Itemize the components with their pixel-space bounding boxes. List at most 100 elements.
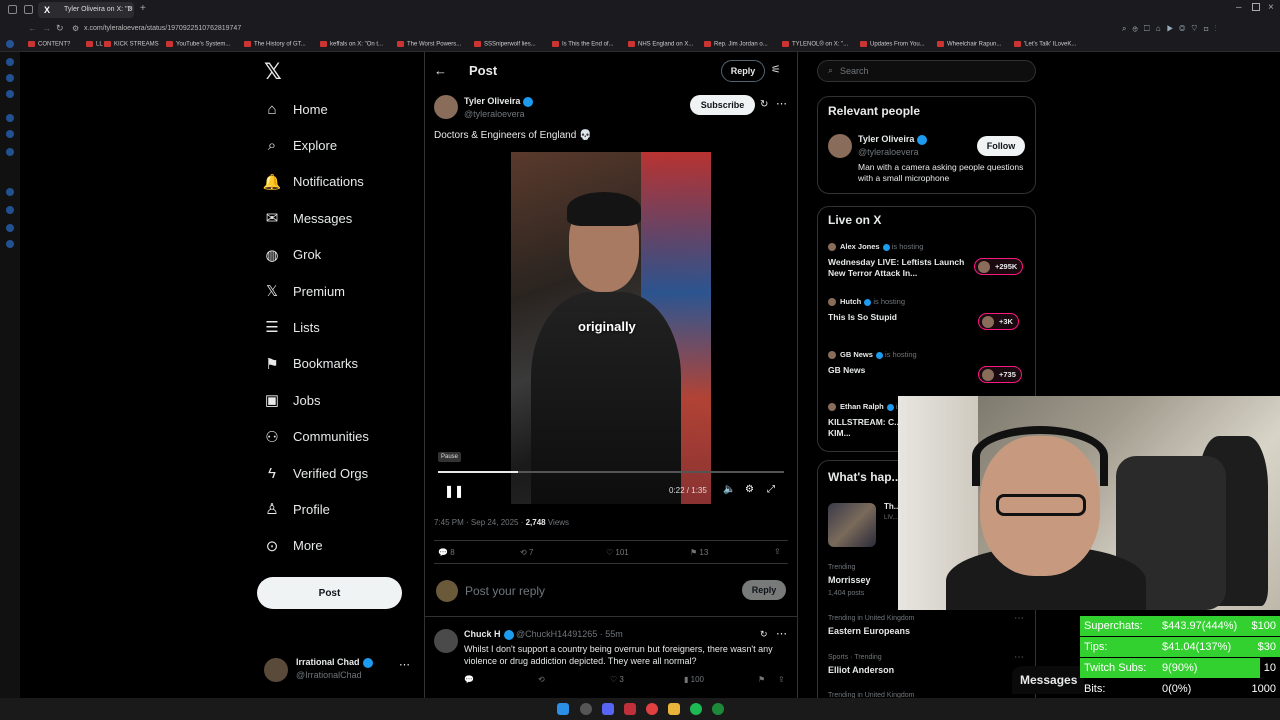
relevant-name[interactable]: Tyler Oliveira [858, 134, 914, 144]
window-maximize-icon[interactable] [1252, 3, 1260, 11]
repost-action[interactable]: ⟲ [538, 675, 545, 684]
bookmark-icon[interactable]: ⚑ [758, 675, 765, 684]
tab-nav-icon[interactable] [24, 5, 33, 14]
live-host-avatar[interactable] [828, 243, 836, 251]
nav-item-bookmarks[interactable]: ⚑ Bookmarks [262, 350, 358, 378]
back-arrow-icon[interactable]: ← [434, 63, 447, 78]
spotify-icon[interactable] [690, 703, 702, 715]
nav-item-premium[interactable]: 𝕏 Premium [262, 277, 345, 305]
discord-icon[interactable] [602, 703, 614, 715]
bookmark-item[interactable]: TYLENOL® on X: "... [782, 41, 848, 48]
live-title-text[interactable]: This Is So Stupid [828, 312, 968, 323]
sidebar-app-icon[interactable] [6, 224, 14, 232]
forward-icon[interactable]: → [42, 23, 51, 33]
live-host-name[interactable]: Hutch [840, 297, 861, 306]
like-action[interactable]: ♡ 3 [610, 675, 624, 684]
nav-item-communities[interactable]: ⚇ Communities [262, 423, 369, 451]
more-icon[interactable]: ⋯ [776, 627, 787, 640]
browser-icon[interactable] [646, 703, 658, 715]
app-icon[interactable] [624, 703, 636, 715]
site-info-icon[interactable]: ⚙ [72, 24, 79, 33]
more-icon[interactable]: ⋯ [1014, 613, 1024, 624]
folder-icon[interactable] [668, 703, 680, 715]
nav-item-verified-orgs[interactable]: ϟ Verified Orgs [262, 459, 368, 487]
tab-nav-icon[interactable] [8, 5, 17, 14]
windows-start-icon[interactable] [557, 703, 569, 715]
settings-icon[interactable]: ⚙ [745, 484, 754, 495]
nav-item-home[interactable]: ⌂ Home [262, 95, 327, 123]
sidebar-app-icon[interactable] [6, 240, 14, 248]
sidebar-app-icon[interactable] [6, 114, 14, 122]
reply-action[interactable]: 💬 8 [438, 548, 455, 557]
more-icon[interactable]: ⋯ [399, 658, 410, 671]
reply-author-name[interactable]: Chuck H [464, 629, 501, 639]
author-handle[interactable]: @tyleraloevera [464, 109, 525, 119]
reload-icon[interactable]: ↻ [56, 23, 64, 34]
views-action[interactable]: ▮ 100 [684, 675, 704, 684]
video-progress-track[interactable] [438, 471, 784, 473]
reply-avatar[interactable] [434, 629, 458, 653]
trend-name[interactable]: Eastern Europeans [828, 626, 910, 636]
live-title-text[interactable]: GB News [828, 365, 968, 376]
reply-submit-button[interactable]: Reply [742, 580, 786, 600]
grok-icon[interactable]: ↻ [760, 99, 768, 110]
share-icon[interactable]: ⇪ [778, 675, 785, 684]
nav-item-grok[interactable]: ◍ Grok [262, 241, 321, 269]
more-icon[interactable]: ⋯ [776, 97, 787, 110]
more-icon[interactable]: ⋯ [1014, 652, 1024, 663]
live-listener-badge[interactable]: +3K [978, 313, 1019, 330]
sidebar-app-icon[interactable] [6, 148, 14, 156]
share-icon[interactable]: ⇪ [774, 547, 781, 556]
bookmark-item[interactable]: SSSniperwolf lies... [474, 41, 536, 48]
author-avatar[interactable] [434, 95, 458, 119]
xbox-icon[interactable] [712, 703, 724, 715]
volume-icon[interactable]: 🔈 [723, 484, 735, 495]
search-box[interactable]: ⌕ Search [817, 60, 1036, 82]
search-input[interactable]: Search [840, 66, 869, 76]
repost-action[interactable]: ⟲ 7 [520, 548, 533, 557]
sidebar-app-icon[interactable] [6, 130, 14, 138]
subscribe-button[interactable]: Subscribe [690, 95, 755, 115]
live-host-name[interactable]: GB News [840, 350, 873, 359]
nav-item-lists[interactable]: ☰ Lists [262, 313, 319, 341]
nav-item-messages[interactable]: ✉ Messages [262, 204, 353, 232]
bookmark-item[interactable]: keffals on X: "On t... [320, 41, 383, 48]
sidebar-app-icon[interactable] [6, 40, 14, 48]
nav-item-profile[interactable]: ♙ Profile [262, 495, 330, 523]
bookmark-item[interactable]: Is This the End of... [552, 41, 614, 48]
follow-button[interactable]: Follow [977, 136, 1025, 156]
sidebar-app-icon[interactable] [6, 74, 14, 82]
sidebar-app-icon[interactable] [6, 90, 14, 98]
like-action[interactable]: ♡ 101 [606, 548, 629, 557]
fullscreen-icon[interactable]: ⤢ [767, 484, 775, 495]
window-close-icon[interactable]: × [1268, 2, 1274, 13]
bookmark-item[interactable]: 'Let's Talk' ILoveK... [1014, 41, 1076, 48]
trend-thumbnail[interactable] [828, 503, 876, 547]
reply-icon[interactable]: 💬 [464, 675, 474, 684]
bookmark-item[interactable]: CONTENT? [28, 41, 70, 48]
live-host-name[interactable]: Alex Jones [840, 242, 880, 251]
live-title-text[interactable]: Wednesday LIVE: Leftists Launch New Terr… [828, 257, 968, 279]
bookmark-item[interactable]: Wheelchair Rapun... [937, 41, 1001, 48]
url-field[interactable]: x.com/tyleraloevera/status/1970922510762… [84, 25, 241, 32]
reply-input[interactable]: Post your reply [465, 584, 735, 598]
sidebar-app-icon[interactable] [6, 58, 14, 66]
live-listener-badge[interactable]: +735 [978, 366, 1022, 383]
nav-item-notifications[interactable]: 🔔 Notifications [262, 168, 364, 196]
new-tab-icon[interactable]: + [140, 3, 146, 14]
pause-icon[interactable]: ❚❚ [444, 484, 464, 498]
bookmark-item[interactable]: LL [86, 41, 103, 48]
live-host-avatar[interactable] [828, 403, 836, 411]
bookmark-item[interactable]: The Worst Powers... [397, 41, 461, 48]
compose-post-button[interactable]: Post [257, 577, 402, 609]
relevant-avatar[interactable] [828, 134, 852, 158]
search-icon[interactable] [580, 703, 592, 715]
sliders-icon[interactable]: ⚟ [771, 63, 781, 76]
back-icon[interactable]: ← [28, 23, 37, 33]
bookmark-item[interactable]: The History of GT... [244, 41, 306, 48]
window-minimize-icon[interactable]: – [1236, 2, 1242, 13]
messages-drawer[interactable]: Messages [1012, 666, 1084, 694]
video-player[interactable]: originally Pause ❚❚ 0:22 / 1:35 🔈 ⚙ ⤢ [434, 152, 788, 504]
reply-header-button[interactable]: Reply [721, 60, 765, 82]
x-logo-icon[interactable]: 𝕏 [264, 60, 282, 85]
